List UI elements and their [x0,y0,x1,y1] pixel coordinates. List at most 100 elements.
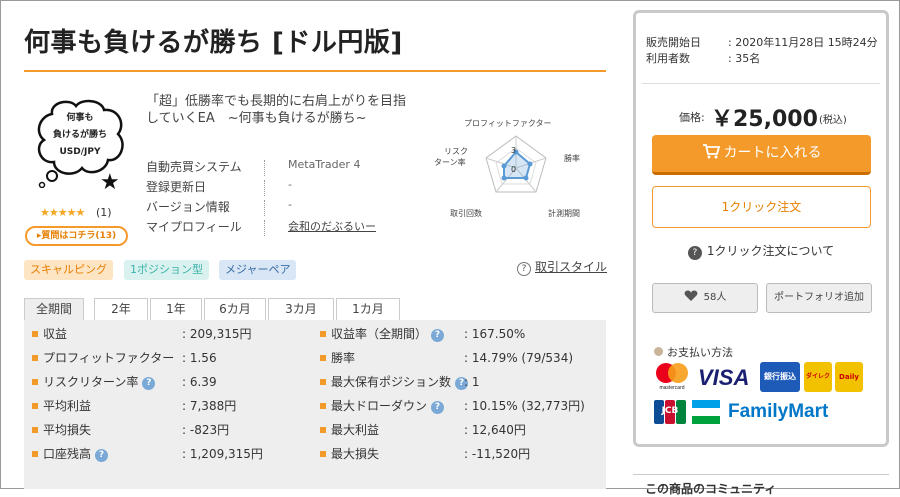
info-label: 登録更新日 [146,180,207,194]
info-label: バージョン情報 [146,200,230,214]
radar-axis-label: プロフィットファクター [464,119,552,128]
ministop-logo-icon: ダイレクト [804,362,832,392]
tab-1-year[interactable]: 1年 [150,298,202,320]
stat-label: 最大保有ポジション数? [320,372,469,392]
review-count[interactable]: (1) [96,206,112,219]
favorite-button[interactable]: 58人 [652,283,758,313]
tag-major-pair[interactable]: メジャーペア [219,260,297,280]
purchase-panel: 販売開始日: 2020年11月28日 15時24分 利用者数: 35名 価格: … [633,10,889,447]
radar-point [501,163,507,169]
info-label: マイプロフィール [146,220,242,234]
price-label: 価格: [679,111,705,124]
tag-scalping[interactable]: スキャルピング [24,260,113,280]
stat-value: : -823円 [182,423,230,437]
info-value: - [288,178,292,191]
radar-scale-min: 0 [511,165,516,174]
radar-scale-max: 3 [511,146,516,155]
stats-panel: 収益 : 209,315円 プロフィットファクター : 1.56 リスクリターン… [24,320,606,489]
tab-2-years[interactable]: 2年 [94,298,148,320]
users-value: 35名 [735,52,761,65]
info-value: MetaTrader 4 [288,158,361,171]
cart-icon [702,144,720,159]
price-value: ￥25,000 [711,107,818,132]
sale-start-label: 販売開始日 [646,36,701,49]
mastercard-logo-icon: mastercard [656,363,688,391]
stat-label: 収益 [32,324,67,344]
tab-3-months[interactable]: 3カ月 [268,298,334,320]
stat-label: プロフィットファクター [32,348,174,368]
familymart-logo-icon: FamilyMart [728,401,829,422]
info-row-updated: 登録更新日 - [146,178,416,198]
black-star-icon: ★ [100,170,120,195]
one-click-order-button[interactable]: 1クリック注文 [652,186,871,228]
stat-label: 平均利益 [32,396,91,416]
bubble-line-3: USD/JPY [59,147,101,157]
community-section: この商品のコミュニティ [633,474,889,496]
sale-start-value: 2020年11月28日 15時24分 [735,36,878,49]
radar-point [523,175,529,181]
stat-value: : 14.79% (79/534) [464,351,574,365]
stat-value: : 10.15% (32,773円) [464,399,585,413]
stat-value: : -11,520円 [464,447,531,461]
stat-value: : 1,209,315円 [182,447,263,461]
heart-icon [684,290,698,301]
stat-value: : 1 [464,375,480,389]
stat-label: リスクリターン率? [32,372,156,392]
info-value: - [288,198,292,211]
radar-axis-label: 取引回数 [450,208,482,218]
help-icon[interactable]: ? [431,401,445,414]
stat-label: 口座残高? [32,444,109,464]
stat-value: : 7,388円 [182,399,237,413]
radar-axis-label: ターン率 [434,157,466,167]
tag-one-position[interactable]: 1ポジション型 [124,260,209,280]
bank-transfer-logo-icon: 銀行振込 [760,362,800,392]
info-label: 自動売買システム [146,160,242,174]
bubble-line-2: 負けるが勝ち [52,130,107,140]
familymart-stripe-icon [692,400,720,424]
visa-logo-icon: VISA [698,365,750,390]
tab-1-month[interactable]: 1カ月 [336,298,400,320]
stat-value: : 209,315円 [182,327,252,341]
stat-label: 最大ドローダウン? [320,396,445,416]
bubble-line-1: 何事も [66,113,94,123]
svg-text:mastercard: mastercard [659,385,684,391]
stat-value: : 1.56 [182,351,217,365]
about-one-click-link[interactable]: ? 1クリック注文について [636,242,886,260]
add-to-cart-button[interactable]: カートに入れる [652,135,871,175]
profile-link[interactable]: 会和のだぶるいー [288,220,376,233]
radar-axis-label: 計測期間 [548,208,580,218]
radar-axis-label: リスク [444,147,468,156]
info-row-version: バージョン情報 - [146,198,416,218]
radar-point [501,175,507,181]
product-info-table: 自動売買システム MetaTrader 4 登録更新日 - バージョン情報 - … [146,158,416,238]
stat-value: : 12,640円 [464,423,526,437]
radar-axis-label: 勝率 [564,153,580,163]
stat-label: 平均損失 [32,420,91,440]
tab-6-months[interactable]: 6カ月 [204,298,266,320]
info-row-system: 自動売買システム MetaTrader 4 [146,158,416,178]
help-icon[interactable]: ? [431,329,445,342]
divider [642,83,880,84]
radar-point [527,161,533,167]
page-title: 何事も負けるが勝ち [ドル円版] [24,28,403,58]
stat-value: : 6.39 [182,375,217,389]
product-description: 「超」低勝率でも長期的に右肩上がりを目指していくEA ~何事も負けるが勝ち~ [146,94,407,126]
trade-style-link[interactable]: ? 取引スタイル [517,258,607,276]
question-button[interactable]: ▸質問はコチラ(13) [25,226,128,246]
payment-methods-label: お支払い方法 [654,344,733,360]
jcb-logo-icon: JCB [654,400,686,424]
radar-chart-svg: 3 0 プロフィットファクター 勝率 計測期間 取引回数 リスク ターン率 [434,119,580,218]
question-circle-icon: ? [687,246,702,260]
info-row-profile: マイプロフィール 会和のだぶるいー [146,218,416,238]
tab-all-period[interactable]: 全期間 [24,298,84,320]
rating-stars[interactable]: ★★★★★ [40,206,85,219]
radar-chart: 3 0 プロフィットファクター 勝率 計測期間 取引回数 リスク ターン率 [430,112,610,224]
help-icon[interactable]: ? [142,377,156,390]
stat-label: 勝率 [320,348,355,368]
help-icon[interactable]: ? [95,449,109,462]
tax-note: (税込) [819,115,847,126]
stat-value: : 167.50% [464,327,526,341]
stat-label: 収益率（全期間）? [320,324,445,344]
sale-meta: 販売開始日: 2020年11月28日 15時24分 利用者数: 35名 [646,36,878,65]
add-portfolio-button[interactable]: ポートフォリオ追加 [766,283,872,313]
